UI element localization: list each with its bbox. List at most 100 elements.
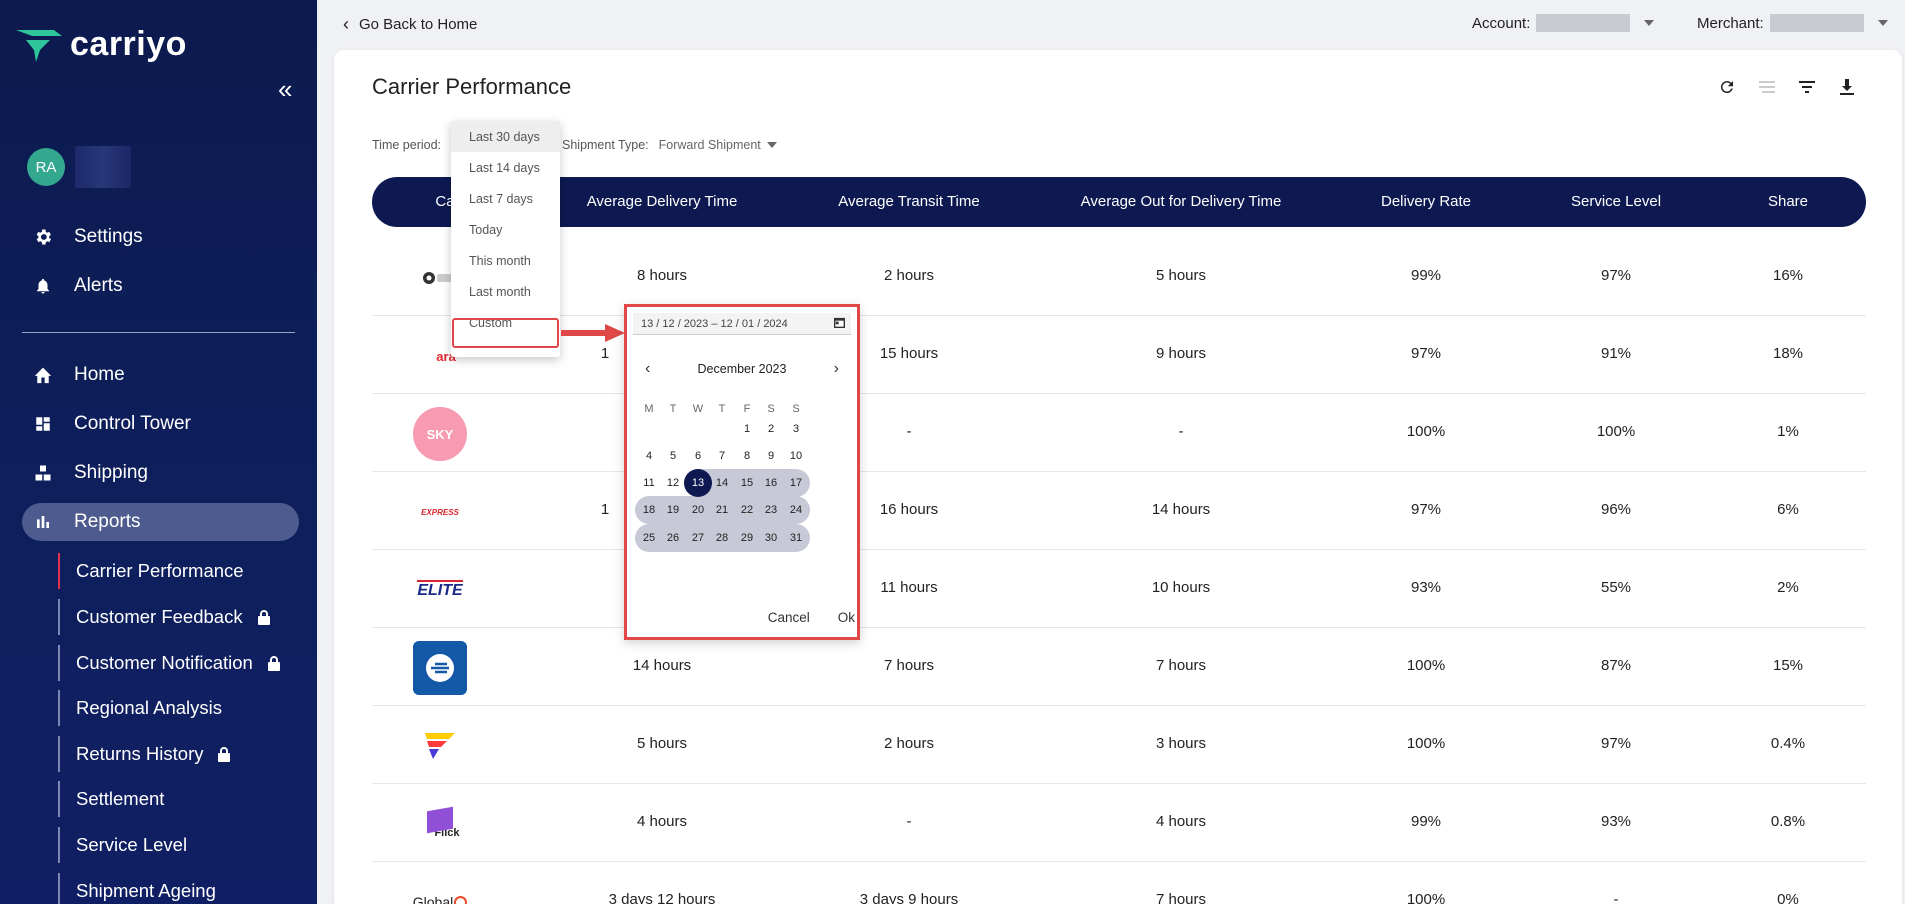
sidebar-item-label: Control Tower [74,413,191,434]
column-header-delivery-rate[interactable]: Delivery Rate [1381,193,1471,210]
cell-avg-transit: 2 hours [883,735,935,752]
date-range-input[interactable]: 13 / 12 / 2023 – 12 / 01 / 2024 [633,313,851,335]
table-row[interactable]: Flick 4 hours - 4 hours 99% 93% 0.8% [372,784,1866,862]
table-row[interactable]: 8 hours 2 hours 5 hours 99% 97% 16% [372,238,1866,316]
refresh-icon[interactable] [1716,76,1738,98]
columns-icon[interactable] [1756,76,1778,98]
calendar-day[interactable]: 28 [708,524,736,552]
time-option-last-14-days[interactable]: Last 14 days [451,152,560,183]
sidebar-item-label: Reports [74,511,141,532]
calendar-day[interactable]: 21 [708,496,736,524]
calendar-day[interactable]: 26 [659,524,687,552]
calendar-day[interactable]: 12 [659,469,687,497]
cell-delivery-rate: 93% [1410,579,1442,596]
caret-down-icon [766,142,777,148]
sidebar-subitem-label: Shipment Ageing [76,880,216,901]
calendar-day[interactable]: 10 [782,442,810,470]
calendar-day[interactable]: 5 [659,442,687,470]
sidebar-subitem-label: Regional Analysis [76,697,223,718]
table-row[interactable]: EXPRESS 1 16 hours 14 hours 97% 96% 6% [372,472,1866,550]
calendar-day[interactable]: 2 [757,415,785,443]
cell-share: 6% [1777,501,1799,518]
user-profile[interactable]: RA [27,146,131,188]
calendar-day[interactable]: 23 [757,496,785,524]
page-title: Carrier Performance [372,74,572,99]
cell-delivery-rate: 99% [1410,267,1442,284]
sidebar-subitem-label: Customer Feedback [76,606,243,627]
carrier-logo-blue [412,640,468,696]
time-option-this-month[interactable]: This month [451,245,560,276]
sidebar-item-home[interactable]: Home [22,356,299,394]
time-option-today[interactable]: Today [451,214,560,245]
ok-button[interactable]: Ok [838,610,855,625]
sidebar-subitem-carrier-performance[interactable]: Carrier Performance [58,553,244,589]
sidebar-item-settings[interactable]: Settings [22,218,299,256]
calendar-day[interactable]: 19 [659,496,687,524]
sidebar-subitem-returns-history[interactable]: Returns History [58,736,231,772]
carrier-logo-text: SKY [426,426,454,442]
column-header-avg-delivery[interactable]: Average Delivery Time [587,193,738,210]
cell-avg-delivery: 1 [600,345,610,362]
back-to-home-link[interactable]: ‹ Go Back to Home [343,14,477,35]
cell-avg-delivery: 5 hours [636,735,688,752]
calendar-day[interactable]: 7 [708,442,736,470]
table-row[interactable]: SKY - - 100% 100% 1% [372,394,1866,472]
cell-delivery-rate: 97% [1410,501,1442,518]
sidebar-subitem-customer-notification[interactable]: Customer Notification [58,645,281,681]
cell-share: 0.4% [1770,735,1806,752]
cell-avg-ofd: 5 hours [1155,267,1207,284]
cell-avg-delivery: 4 hours [636,813,688,830]
user-name-redacted [75,146,131,188]
calendar-day[interactable]: 30 [757,524,785,552]
time-option-last-7-days[interactable]: Last 7 days [451,183,560,214]
table-row[interactable]: Global 3 days 12 hours 3 days 9 hours 7 … [372,862,1866,904]
download-icon[interactable] [1836,76,1858,98]
column-header-share[interactable]: Share [1768,193,1808,210]
column-header-avg-ofd[interactable]: Average Out for Delivery Time [1081,193,1282,210]
carriyo-mark-icon [16,30,62,62]
sidebar-subitem-label: Returns History [76,743,204,764]
sidebar-subitem-customer-feedback[interactable]: Customer Feedback [58,599,271,635]
avatar: RA [27,148,65,186]
date-range-picker: 13 / 12 / 2023 – 12 / 01 / 2024 ‹ Decemb… [624,304,860,640]
time-option-last-30-days[interactable]: Last 30 days [451,121,560,152]
sidebar-item-shipping[interactable]: Shipping [22,454,299,492]
cell-delivery-rate: 97% [1410,345,1442,362]
time-option-last-month[interactable]: Last month [451,276,560,307]
carriyo-logo[interactable]: carriyo [14,24,187,64]
shipment-type-filter[interactable]: Shipment Type: Forward Shipment [562,138,777,152]
sidebar-subitem-settlement[interactable]: Settlement [58,781,164,817]
calendar-day[interactable]: 14 [708,469,736,497]
cancel-button[interactable]: Cancel [768,610,810,625]
calendar-day[interactable]: 17 [782,469,810,497]
column-header-service-level[interactable]: Service Level [1571,193,1661,210]
calendar-day[interactable]: 16 [757,469,785,497]
cell-service-level: 93% [1600,813,1632,830]
calendar-day[interactable]: 3 [782,415,810,443]
cell-avg-transit: 16 hours [879,501,939,518]
table-row[interactable]: ELITE 11 hours 10 hours 93% 55% 2% [372,550,1866,628]
merchant-select[interactable]: Merchant: [1697,14,1888,32]
collapse-sidebar-icon[interactable]: « [278,76,292,102]
sidebar-subitem-service-level[interactable]: Service Level [58,827,187,863]
sidebar-subitem-regional-analysis[interactable]: Regional Analysis [58,690,222,726]
calendar-day[interactable]: 24 [782,496,810,524]
table-row[interactable]: 14 hours 7 hours 7 hours 100% 87% 15% [372,628,1866,706]
table-row[interactable]: 5 hours 2 hours 3 hours 100% 97% 0.4% [372,706,1866,784]
sidebar-item-reports[interactable]: Reports [22,503,299,541]
bell-icon [30,275,56,297]
column-header-avg-transit[interactable]: Average Transit Time [838,193,979,210]
sidebar-item-control-tower[interactable]: Control Tower [22,405,299,443]
cell-share: 0.8% [1770,813,1806,830]
calendar-icon[interactable] [834,317,845,328]
chevron-right-icon[interactable]: › [834,360,839,378]
home-icon [30,364,56,386]
sidebar-item-alerts[interactable]: Alerts [22,267,299,305]
account-select[interactable]: Account: [1472,14,1655,32]
calendar-day[interactable]: 31 [782,524,810,552]
sidebar-subitem-shipment-ageing[interactable]: Shipment Ageing [58,873,216,904]
sidebar-item-label: Home [74,364,125,385]
sidebar-subitem-label: Service Level [76,834,188,855]
filter-icon[interactable] [1796,76,1818,98]
calendar-day[interactable]: 9 [757,442,785,470]
